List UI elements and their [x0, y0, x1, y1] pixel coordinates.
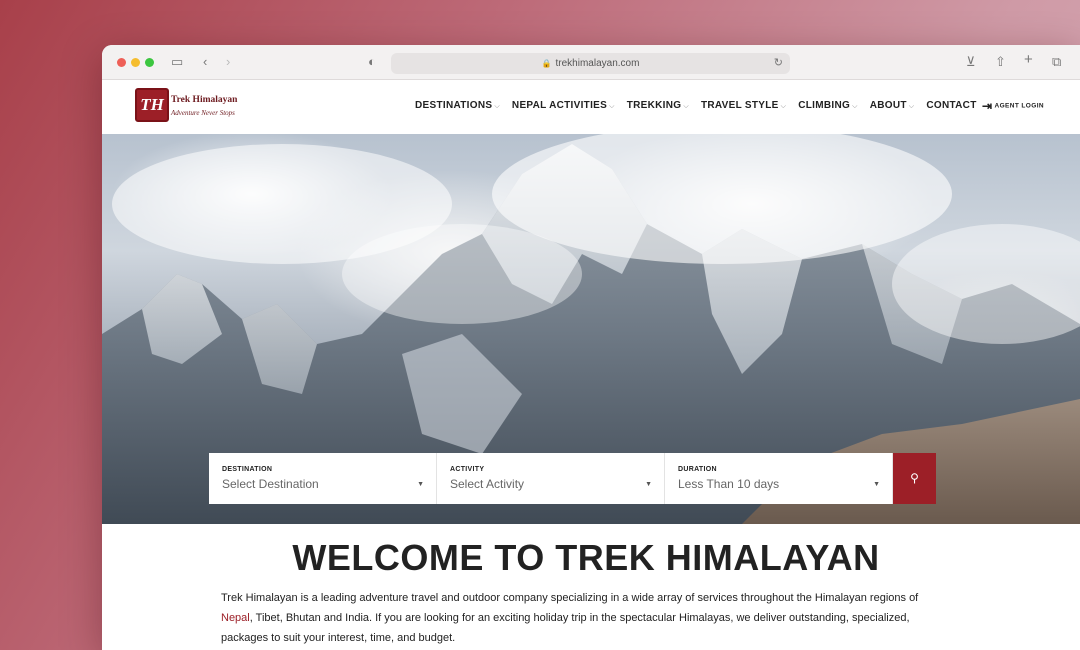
logo-name: Trek Himalayan [171, 95, 238, 105]
nav-trekking[interactable]: TREKKING ⌵ [627, 100, 689, 111]
search-icon: ⚲ [910, 471, 919, 485]
nav-contact[interactable]: CONTACT [926, 100, 976, 111]
chevron-down-icon: ⌵ [908, 103, 915, 110]
browser-window: ▭ ‹ › ◐ 🔒 trekhimalayan.com ↻ ⊻ ⇧ + ⧉ TH … [102, 45, 1080, 650]
nav-climbing[interactable]: CLIMBING ⌵ [798, 100, 857, 111]
address-bar[interactable]: 🔒 trekhimalayan.com ↻ [391, 53, 790, 74]
caret-down-icon: ▼ [645, 481, 652, 488]
share-icon[interactable]: ⇧ [995, 54, 1006, 70]
destination-select[interactable]: DESTINATION Select Destination ▼ [209, 453, 437, 504]
duration-value: Less Than 10 days [678, 477, 780, 491]
chevron-down-icon: ⌵ [852, 103, 858, 110]
chevron-down-icon: ⌵ [780, 103, 787, 110]
back-icon[interactable]: ‹ [203, 54, 207, 70]
nepal-link[interactable]: Nepal [221, 612, 250, 624]
activity-select[interactable]: ACTIVITY Select Activity ▼ [437, 453, 665, 504]
hero-banner: DESTINATION Select Destination ▼ ACTIVIT… [102, 134, 1080, 524]
tab-overview-icon[interactable]: ⧉ [1052, 54, 1061, 70]
chevron-down-icon: ⌵ [609, 103, 615, 110]
logo-mark: TH [135, 88, 169, 122]
activity-value: Select Activity [450, 477, 525, 491]
close-window-button[interactable] [117, 58, 126, 67]
destination-value: Select Destination [222, 477, 319, 491]
privacy-shield-icon[interactable]: ◐ [368, 54, 376, 70]
welcome-section: WELCOME TO TREK HIMALAYAN Trek Himalayan… [102, 524, 1080, 650]
site-header: TH Trek Himalayan Adventure Never Stops … [102, 80, 1080, 134]
zoom-window-button[interactable] [145, 58, 154, 67]
reload-icon[interactable]: ↻ [774, 53, 783, 74]
site-logo[interactable]: TH Trek Himalayan Adventure Never Stops [135, 88, 238, 126]
caret-down-icon: ▼ [417, 481, 424, 488]
download-icon[interactable]: ⊻ [966, 54, 976, 70]
forward-icon[interactable]: › [226, 54, 230, 70]
browser-toolbar: ▭ ‹ › ◐ 🔒 trekhimalayan.com ↻ ⊻ ⇧ + ⧉ [102, 45, 1080, 80]
destination-label: DESTINATION [222, 466, 273, 473]
search-button[interactable]: ⚲ [893, 453, 936, 504]
activity-label: ACTIVITY [450, 466, 485, 473]
nav-destinations[interactable]: DESTINATIONS ⌵ [415, 100, 500, 111]
url-text: trekhimalayan.com [555, 58, 640, 69]
login-icon: ⇥ [982, 99, 993, 113]
nav-about[interactable]: ABOUT ⌵ [870, 100, 915, 111]
trip-search-form: DESTINATION Select Destination ▼ ACTIVIT… [209, 453, 936, 504]
page-heading: WELCOME TO TREK HIMALAYAN [292, 537, 880, 578]
duration-select[interactable]: DURATION Less Than 10 days ▼ [665, 453, 893, 504]
new-tab-icon[interactable]: + [1024, 52, 1033, 68]
main-menu: DESTINATIONS ⌵ NEPAL ACTIVITIES ⌵ TREKKING… [415, 100, 989, 111]
agent-login-link[interactable]: ⇥ AGENT LOGIN [982, 99, 1044, 113]
chevron-down-icon: ⌵ [494, 103, 500, 110]
logo-tagline: Adventure Never Stops [171, 109, 235, 117]
duration-label: DURATION [678, 466, 717, 473]
minimize-window-button[interactable] [131, 58, 140, 67]
nav-travel-style[interactable]: TRAVEL STYLE ⌵ [701, 100, 786, 111]
caret-down-icon: ▼ [873, 481, 880, 488]
lock-icon: 🔒 [541, 59, 552, 68]
chevron-down-icon: ⌵ [683, 103, 689, 110]
intro-paragraph: Trek Himalayan is a leading adventure tr… [221, 592, 919, 644]
sidebar-icon[interactable]: ▭ [171, 54, 183, 70]
nav-nepal-activities[interactable]: NEPAL ACTIVITIES ⌵ [512, 100, 615, 111]
